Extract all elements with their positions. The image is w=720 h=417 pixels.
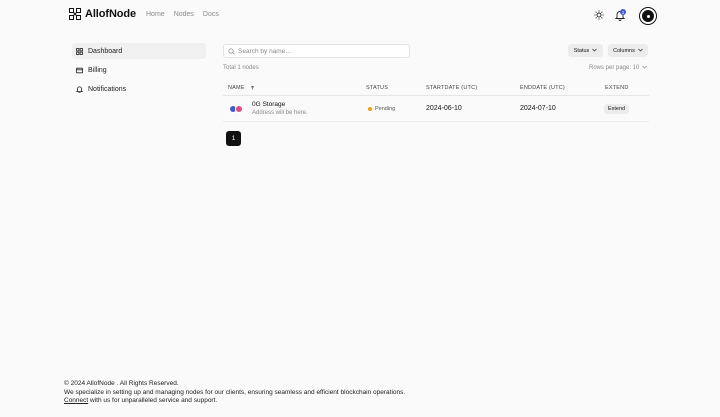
page-button[interactable]: 1	[226, 131, 241, 146]
chevron-down-icon	[638, 48, 643, 54]
sidebar-item-notifications[interactable]: Notifications	[72, 81, 206, 97]
grid-icon	[76, 47, 83, 55]
sidebar-item-label: Notifications	[88, 85, 127, 93]
main-nav: Home Nodes Docs	[146, 11, 219, 18]
nav-docs[interactable]: Docs	[203, 11, 219, 18]
sidebar-item-label: Dashboard	[88, 47, 123, 55]
sidebar-item-billing[interactable]: Billing	[72, 62, 206, 78]
column-header-label: NAME	[228, 85, 245, 91]
logo-icon	[69, 8, 81, 20]
column-header-extend: EXTEND	[605, 85, 629, 91]
start-date: 2024-06-10	[426, 105, 462, 112]
search-icon	[228, 42, 235, 60]
status-dot	[368, 107, 372, 111]
columns-label: Columns	[613, 47, 635, 54]
nav-home[interactable]: Home	[146, 11, 165, 18]
brand[interactable]: AllofNode	[69, 8, 136, 20]
connect-link[interactable]: Connect	[64, 397, 88, 404]
status-text: Pending	[375, 106, 396, 112]
nav-nodes[interactable]: Nodes	[174, 11, 194, 18]
chevron-down-icon	[592, 48, 598, 54]
status-badge: Pending	[368, 106, 395, 112]
sort-up-icon	[250, 85, 255, 92]
brand-name: AllofNode	[85, 8, 137, 20]
total-count: Total 1 nodes	[223, 65, 259, 71]
avatar-dot	[646, 14, 650, 18]
notification-badge: 1	[620, 9, 626, 15]
sun-icon[interactable]	[593, 9, 605, 21]
chain-icon	[235, 105, 243, 113]
node-address: Address will be here.	[252, 110, 308, 116]
rows-per-page-label: Rows per page: 10	[589, 65, 640, 71]
footer-description: We specialize in setting up and managing…	[64, 388, 406, 396]
column-header-status: STATUS	[366, 85, 389, 91]
sidebar-item-label: Billing	[88, 66, 107, 74]
rows-per-page-select[interactable]: Rows per page: 10	[589, 65, 648, 71]
status-filter-label: Status	[573, 47, 590, 54]
sidebar-item-dashboard[interactable]: Dashboard	[72, 43, 206, 59]
avatar[interactable]	[640, 8, 656, 24]
node-chain-icons	[229, 105, 243, 113]
nodes-table: NAME STATUS STARTDATE (UTC) ENDDATE (UTC…	[223, 80, 649, 122]
top-header: AllofNode Home Nodes Docs 1	[0, 0, 720, 32]
bell-icon	[76, 86, 83, 93]
table-header: NAME STATUS STARTDATE (UTC) ENDDATE (UTC…	[223, 80, 649, 96]
footer-connect-line: Connect with us for unparalleled service…	[64, 397, 405, 406]
column-header-enddate: ENDDATE (UTC)	[520, 85, 565, 91]
chevron-down-icon	[642, 65, 648, 71]
search-box	[223, 44, 410, 58]
node-name: 0G Storage	[252, 101, 286, 108]
columns-button[interactable]: Columns	[608, 44, 648, 57]
sidebar: Dashboard Billing Notifications	[72, 43, 206, 100]
card-icon	[76, 67, 83, 74]
extend-button[interactable]: Extend	[604, 104, 629, 114]
end-date: 2024-07-10	[520, 105, 556, 112]
column-header-name[interactable]: NAME	[228, 85, 255, 92]
footer-copyright: © 2024 AllofNode . All Rights Reserved.	[64, 380, 179, 387]
footer-connect-rest: with us for unparalleled service and sup…	[88, 397, 218, 405]
table-row[interactable]: 0G Storage Address will be here. Pending…	[223, 96, 649, 122]
footer: © 2024 AllofNode . All Rights Reserved. …	[64, 380, 405, 406]
column-header-startdate: STARTDATE (UTC)	[426, 85, 478, 91]
status-filter-button[interactable]: Status	[568, 44, 603, 57]
search-input[interactable]	[238, 47, 398, 55]
